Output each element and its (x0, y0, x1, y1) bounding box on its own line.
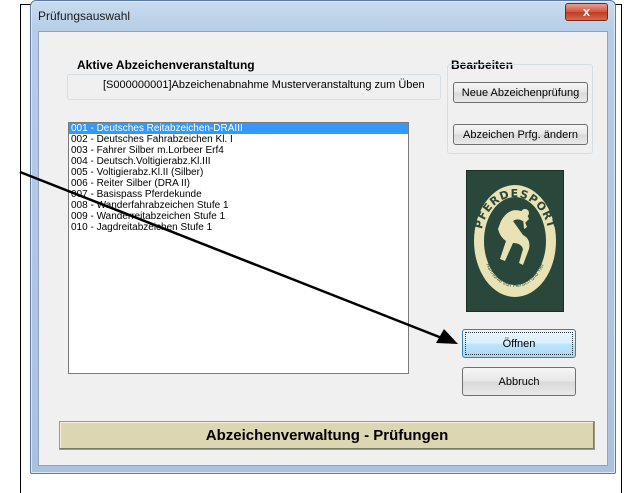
list-item[interactable]: 004 - Deutsch.Voltigierabz.Kl.III (69, 156, 408, 167)
change-exam-button[interactable]: Abzeichen Prfg. ändern (453, 124, 588, 145)
exam-list[interactable]: 001 - Deutsches Reitabzeichen-DRAIII 002… (68, 122, 409, 374)
dialog-window: Prüfungsauswahl x Aktive Abzeichenverans… (30, 0, 616, 474)
active-event-label: Aktive Abzeichenveranstaltung (77, 58, 255, 72)
list-item[interactable]: 002 - Deutsches Fahrabzeichen Kl. I (69, 134, 408, 145)
close-button[interactable]: x (565, 3, 608, 21)
open-button-label: Öffnen (502, 337, 536, 350)
cancel-button[interactable]: Abbruch (462, 367, 576, 396)
pferdesport-logo: PFERDESPORT Harmonie von Mensch und Tier (466, 170, 564, 312)
list-item[interactable]: 005 - Voltigierabz.Kl.II (Silber) (69, 167, 408, 178)
list-item[interactable]: 008 - Wanderfahrabzeichen Stufe 1 (69, 200, 408, 211)
list-item[interactable]: 009 - Wanderreitabzeichen Stufe 1 (69, 211, 408, 222)
active-event-value: [S000000001]Abzeichenabnahme Musterveran… (103, 79, 425, 91)
open-button[interactable]: Öffnen (462, 329, 576, 358)
dialog-client-area: Aktive Abzeichenveranstaltung [S00000000… (38, 31, 608, 466)
annotation-frame-right (621, 4, 622, 493)
list-item[interactable]: 001 - Deutsches Reitabzeichen-DRAIII (69, 123, 408, 134)
footer-title-bar: Abzeichenverwaltung - Prüfungen (59, 421, 595, 450)
horse-emblem-icon: PFERDESPORT Harmonie von Mensch und Tier (472, 185, 557, 297)
new-exam-button[interactable]: Neue Abzeichenprüfung (453, 82, 588, 103)
cancel-button-label: Abbruch (498, 375, 540, 388)
list-item[interactable]: 007 - Basispass Pferdekunde (69, 189, 408, 200)
title-bar: Prüfungsauswahl x (31, 1, 615, 31)
annotation-frame-left (20, 4, 21, 493)
list-item[interactable]: 006 - Reiter Silber (DRA II) (69, 178, 408, 189)
close-icon: x (582, 4, 591, 19)
list-item[interactable]: 003 - Fahrer Silber m.Lorbeer Erf4 (69, 145, 408, 156)
list-item[interactable]: 010 - Jagdreitabzeichen Stufe 1 (69, 222, 408, 233)
window-title: Prüfungsauswahl (38, 9, 131, 23)
